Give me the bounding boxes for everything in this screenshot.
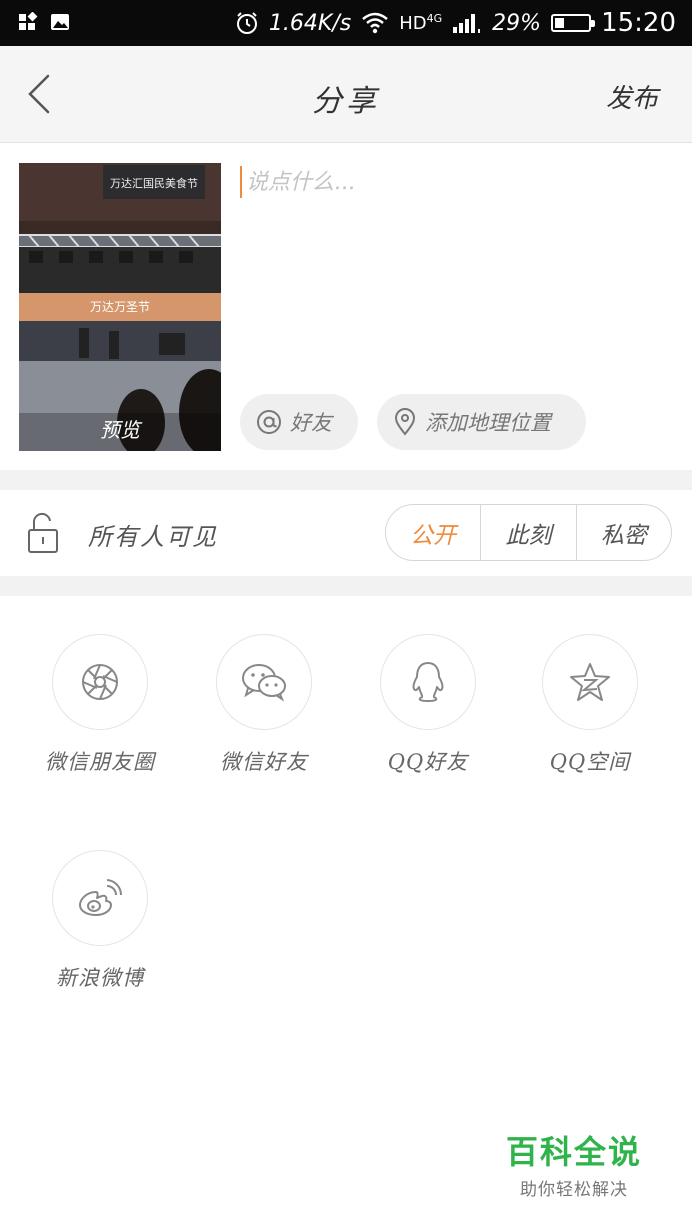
qq-icon — [412, 662, 444, 702]
network-type: HD4G — [399, 12, 443, 34]
alarm-icon — [236, 12, 257, 34]
share-icon-circle — [542, 634, 638, 730]
location-pin-icon — [394, 408, 416, 436]
wechat-moments-icon — [82, 664, 118, 700]
unlocked-icon — [28, 512, 58, 553]
share-label: 新浪微博 — [56, 966, 144, 990]
clock: 15:20 — [601, 8, 676, 38]
section-divider — [0, 470, 692, 490]
share-icon-circle — [52, 634, 148, 730]
status-bar: 1.64K/s HD4G 29% 15:20 — [0, 0, 692, 46]
signal-icon — [453, 14, 481, 33]
page-title: 分享 — [312, 84, 380, 119]
share-icon-circle — [380, 634, 476, 730]
network-speed: 1.64K/s — [268, 10, 352, 36]
share-label: QQ好友 — [387, 750, 469, 774]
mention-friends-label: 好友 — [290, 411, 332, 435]
battery-percent: 29% — [492, 10, 542, 36]
video-thumbnail[interactable]: 万达汇国民美食节 万达万圣节 预览 — [19, 163, 221, 451]
visibility-row: 所有人可见 公开 此刻 私密 — [0, 490, 692, 576]
share-label: 微信好友 — [220, 750, 308, 774]
battery-icon — [551, 14, 596, 32]
visibility-option-public[interactable]: 公开 — [386, 505, 480, 560]
share-label: 微信朋友圈 — [45, 750, 155, 774]
app-grid-icon — [19, 12, 38, 30]
visibility-segmented-control: 公开 此刻 私密 — [385, 504, 672, 561]
watermark-logo: 百科全说 助你轻松解决 — [506, 1127, 642, 1200]
visibility-label: 所有人可见 — [88, 523, 218, 551]
share-wechat-moments[interactable]: 微信朋友圈 — [18, 634, 182, 776]
wifi-icon — [362, 12, 389, 34]
watermark-subtitle: 助你轻松解决 — [519, 1180, 628, 1200]
visibility-option-private[interactable]: 私密 — [575, 505, 671, 560]
add-location-label: 添加地理位置 — [425, 411, 551, 435]
add-location-button[interactable]: 添加地理位置 — [377, 394, 586, 450]
title-bar: 分享 发布 — [0, 46, 692, 143]
share-targets: 微信朋友圈 微信好友 QQ好友 QQ空间 新浪微博 百科全说 助你轻松解决 — [0, 596, 692, 1230]
visibility-option-moment[interactable]: 此刻 — [480, 505, 575, 560]
share-wechat-friends[interactable]: 微信好友 — [182, 634, 346, 776]
share-qzone[interactable]: QQ空间 — [508, 634, 672, 776]
mention-friends-button[interactable]: 好友 — [240, 394, 358, 450]
svg-text:万达汇国民美食节: 万达汇国民美食节 — [110, 176, 198, 190]
share-qq-friends[interactable]: QQ好友 — [346, 634, 510, 776]
wechat-icon — [242, 664, 286, 702]
at-sign-icon — [257, 410, 281, 434]
qzone-icon — [570, 663, 610, 701]
notification-icons — [18, 12, 70, 32]
caption-input[interactable] — [240, 166, 660, 198]
share-label: QQ空间 — [549, 750, 631, 774]
svg-text:万达万圣节: 万达万圣节 — [90, 300, 150, 314]
publish-button[interactable]: 发布 — [606, 78, 658, 115]
thumbnail-image: 万达汇国民美食节 万达万圣节 — [19, 163, 221, 451]
share-weibo[interactable]: 新浪微博 — [18, 850, 182, 992]
preview-label: 预览 — [100, 418, 140, 442]
gallery-icon — [51, 14, 69, 30]
status-indicators: 1.64K/s HD4G 29% 15:20 — [235, 6, 676, 40]
compose-area: 万达汇国民美食节 万达万圣节 预览 好友 — [0, 144, 692, 470]
weibo-icon — [79, 879, 123, 916]
watermark-title: 百科全说 — [505, 1133, 642, 1171]
share-icon-circle — [216, 634, 312, 730]
share-icon-circle — [52, 850, 148, 946]
section-divider — [0, 576, 692, 596]
